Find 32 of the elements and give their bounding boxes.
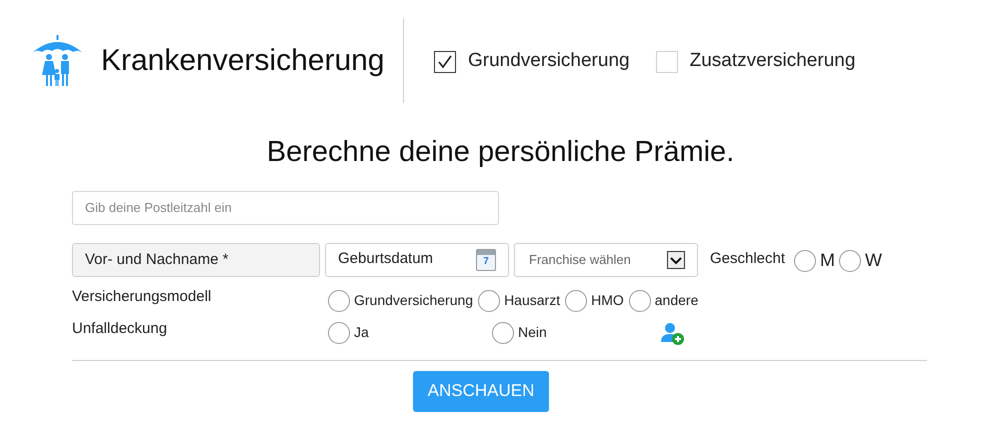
radio-label: W (865, 249, 882, 272)
calendar-icon: 7 (476, 248, 496, 270)
radio-label: Grundversicherung (354, 291, 474, 310)
field-label: Versicherungsmodell (72, 287, 212, 308)
radio-label: Nein (518, 323, 547, 342)
birthdate-field[interactable]: Geburtsdatum 7 (325, 242, 509, 276)
radio-label: Ja (354, 323, 369, 342)
franchise-select[interactable]: Franchise wählen (514, 242, 698, 276)
radio-button[interactable] (794, 250, 816, 272)
radio-button[interactable] (628, 290, 651, 312)
submit-button[interactable]: ANSCHAUEN (413, 370, 549, 412)
radio-button[interactable] (328, 322, 350, 344)
name-field[interactable]: Vor- und Nachname * (72, 242, 320, 276)
radio-label: Hausarzt (504, 291, 560, 310)
checkbox-label: Zusatzversicherung (690, 49, 856, 74)
radio-button[interactable] (492, 322, 514, 344)
field-label: Unfalldeckung (72, 319, 168, 340)
checkbox-label: Grundversicherung (468, 49, 630, 74)
radio-label: HMO (591, 291, 624, 310)
radio-button[interactable] (328, 290, 350, 312)
radio-button[interactable] (839, 250, 862, 272)
radio-button[interactable] (565, 290, 588, 312)
check-icon (437, 54, 453, 68)
radio-label: M (820, 249, 836, 272)
app-title: Krankenversicherung (101, 43, 386, 79)
radio-label: andere (654, 291, 698, 310)
gender-label: Geschlecht (710, 249, 786, 270)
add-user-icon (660, 322, 686, 346)
checkbox[interactable] (434, 50, 456, 72)
postal-code-field[interactable]: Gib deine Postleitzahl ein (72, 190, 499, 224)
page-heading: Berechne deine persönliche Prämie. (266, 135, 736, 170)
radio-button[interactable] (478, 290, 500, 312)
